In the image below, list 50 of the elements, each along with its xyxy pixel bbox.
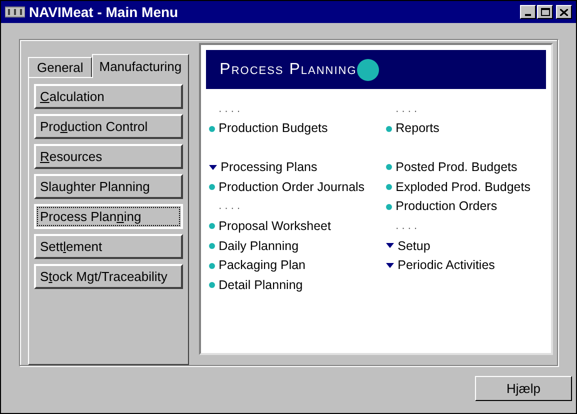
menu-button[interactable]: Calculation xyxy=(34,84,183,109)
circle-icon xyxy=(356,58,379,80)
menu-link[interactable]: Periodic Activities xyxy=(398,256,495,276)
bullet-icon xyxy=(208,242,215,249)
bullet-icon xyxy=(386,184,392,190)
minimize-button[interactable] xyxy=(520,5,536,19)
triangle-icon xyxy=(386,263,394,268)
close-button[interactable] xyxy=(556,5,572,19)
tab[interactable]: Manufacturing xyxy=(92,54,189,78)
separator-dots: . . . . xyxy=(394,102,418,117)
maximize-icon xyxy=(540,8,550,16)
menu-link[interactable]: Exploded Prod. Budgets xyxy=(396,178,530,196)
bullet-icon xyxy=(386,126,392,132)
triangle-icon xyxy=(208,164,217,170)
window-title: NAVIMeat - Main Menu xyxy=(29,2,180,22)
menu-link[interactable]: Production Order Journals xyxy=(218,178,365,196)
separator-dots: . . . . xyxy=(218,199,240,214)
separator-dots: . . . . xyxy=(394,219,418,234)
menu-link[interactable]: Posted Prod. Budgets xyxy=(396,158,518,177)
menu-link[interactable]: Detail Planning xyxy=(218,276,303,295)
menu-link[interactable]: Processing Plans xyxy=(220,158,318,177)
menu-link[interactable]: Proposal Worksheet xyxy=(218,216,331,236)
menu-link[interactable]: Reports xyxy=(396,119,440,138)
menu-button[interactable]: Process Planning xyxy=(34,204,183,229)
menu-button[interactable]: Production Control xyxy=(34,114,183,139)
bullet-icon xyxy=(386,204,392,210)
bullet-icon xyxy=(208,282,215,288)
bullet-icon xyxy=(208,126,215,132)
menu-button[interactable]: Slaughter Planning xyxy=(34,174,183,199)
minimize-icon xyxy=(525,14,531,16)
help-button[interactable]: Hjælp xyxy=(475,376,572,401)
app-icon xyxy=(5,6,25,18)
separator-dots: . . . . xyxy=(218,102,240,117)
menu-link[interactable]: Production Orders xyxy=(396,197,498,216)
tab[interactable]: General xyxy=(28,56,92,77)
menu-link[interactable]: Setup xyxy=(398,236,430,256)
maximize-button[interactable] xyxy=(537,5,553,19)
bullet-icon xyxy=(208,184,215,190)
bullet-icon xyxy=(386,164,392,170)
menu-button[interactable]: Stock Mgt/Traceability xyxy=(34,264,183,289)
bullet-icon xyxy=(208,223,215,230)
menu-link[interactable]: Production Budgets xyxy=(218,119,328,138)
panel-title: Process Planning xyxy=(220,60,357,80)
triangle-icon xyxy=(386,243,394,248)
bullet-icon xyxy=(208,262,215,269)
menu-button[interactable]: Resources xyxy=(34,144,183,169)
menu-link[interactable]: Daily Planning xyxy=(218,236,299,256)
menu-link[interactable]: Packaging Plan xyxy=(218,256,306,276)
menu-button[interactable]: Settlement xyxy=(34,234,183,259)
close-icon xyxy=(560,8,568,16)
